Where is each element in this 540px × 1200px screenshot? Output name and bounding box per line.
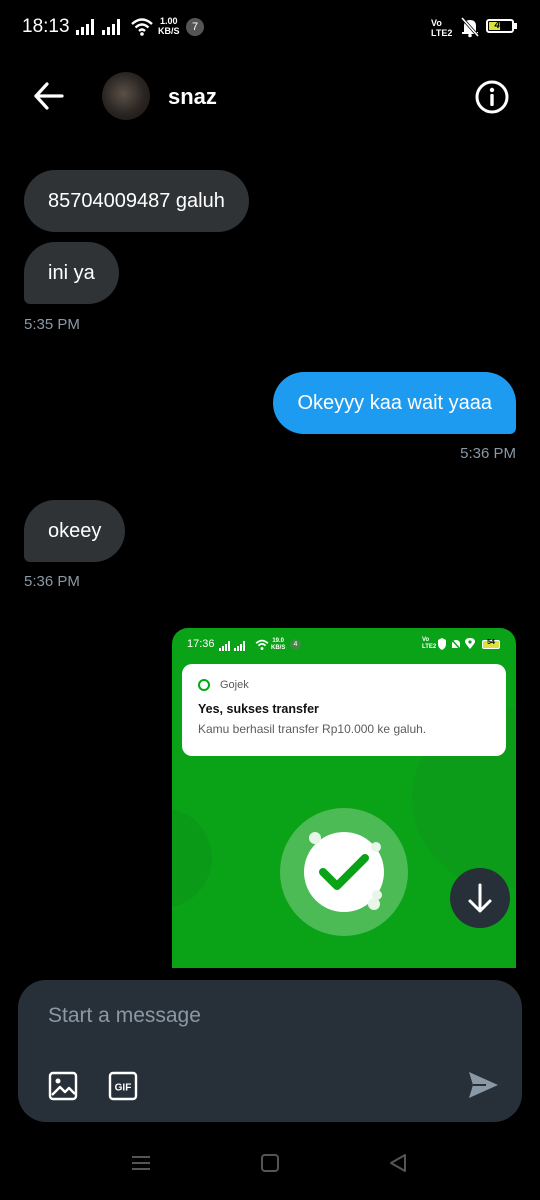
message-timestamp: 5:36 PM [460, 445, 516, 462]
message-timestamp: 5:36 PM [24, 573, 80, 590]
notification-count-badge: 7 [186, 18, 204, 36]
screenshot-speed-value: 19.0 [272, 638, 285, 644]
screenshot-lte-label: LTE2 [422, 644, 437, 650]
lte-label: LTE2 [431, 28, 453, 38]
message-bubble-incoming[interactable]: 85704009487 galuh [24, 170, 249, 232]
arrow-left-icon[interactable] [32, 78, 66, 114]
speed-unit: KB/S [158, 26, 180, 36]
screenshot-battery-level: 54 [487, 639, 495, 646]
message-bubble-incoming[interactable]: ini ya [24, 242, 119, 304]
back-triangle-icon[interactable] [387, 1152, 409, 1174]
screenshot-speed-unit: KB/S [271, 645, 286, 651]
gif-icon[interactable]: GIF [108, 1071, 138, 1101]
screenshot-speed: 19.0 KB/S [271, 638, 285, 652]
wifi-icon [131, 18, 153, 36]
avatar[interactable] [102, 72, 150, 120]
battery-nub [514, 23, 517, 29]
screenshot-volte-label: Vo [422, 637, 430, 643]
notification-title: Yes, sukses transfer [198, 702, 319, 716]
notification-body: Kamu berhasil transfer Rp10.000 ke galuh… [198, 722, 427, 736]
notification-app-name: Gojek [220, 679, 249, 691]
volte-indicator: Vo LTE2 [431, 18, 452, 38]
screenshot-time: 17:36 [187, 638, 215, 650]
image-icon[interactable] [48, 1071, 78, 1101]
notification-card: Gojek Yes, sukses transfer Kamu berhasil… [182, 664, 506, 756]
signal-1-icon [76, 19, 94, 35]
volte-label: Vo [431, 18, 442, 28]
status-bar: 18:13 1.00 KB/S 7 Vo LTE2 47 [0, 0, 540, 56]
battery-icon: 47 [486, 19, 514, 33]
message-bubble-incoming[interactable]: okeey [24, 500, 126, 562]
message-composer: Start a message GIF [18, 980, 522, 1122]
signal-2-icon [102, 19, 120, 35]
message-input[interactable]: Start a message [48, 1004, 201, 1028]
message-timestamp: 5:35 PM [24, 316, 80, 333]
gojek-logo-icon [198, 679, 210, 691]
scroll-to-bottom-button[interactable] [450, 868, 510, 928]
network-speed: 1.00 KB/S [158, 16, 180, 36]
arrow-down-icon [468, 883, 492, 913]
info-icon[interactable] [474, 79, 510, 115]
message-bubble-outgoing[interactable]: Okeyyy kaa wait yaaa [273, 372, 516, 434]
screenshot-signal-icon [219, 641, 245, 651]
screenshot-wifi-icon [255, 639, 269, 650]
screenshot-notif-badge: 4 [290, 639, 301, 650]
status-time: 18:13 [22, 16, 70, 37]
svg-text:GIF: GIF [115, 1083, 132, 1094]
contact-name[interactable]: snaz [168, 84, 217, 110]
screenshot-volte: Vo LTE2 [422, 637, 436, 651]
send-icon[interactable] [466, 1068, 500, 1102]
home-icon[interactable] [259, 1152, 281, 1174]
screenshot-battery-icon: 54 [482, 639, 500, 649]
speed-value: 1.00 [159, 16, 178, 26]
battery-level: 47 [494, 20, 506, 31]
checkmark-icon [309, 832, 382, 910]
menu-icon[interactable] [130, 1152, 152, 1174]
bell-off-icon [460, 17, 480, 38]
